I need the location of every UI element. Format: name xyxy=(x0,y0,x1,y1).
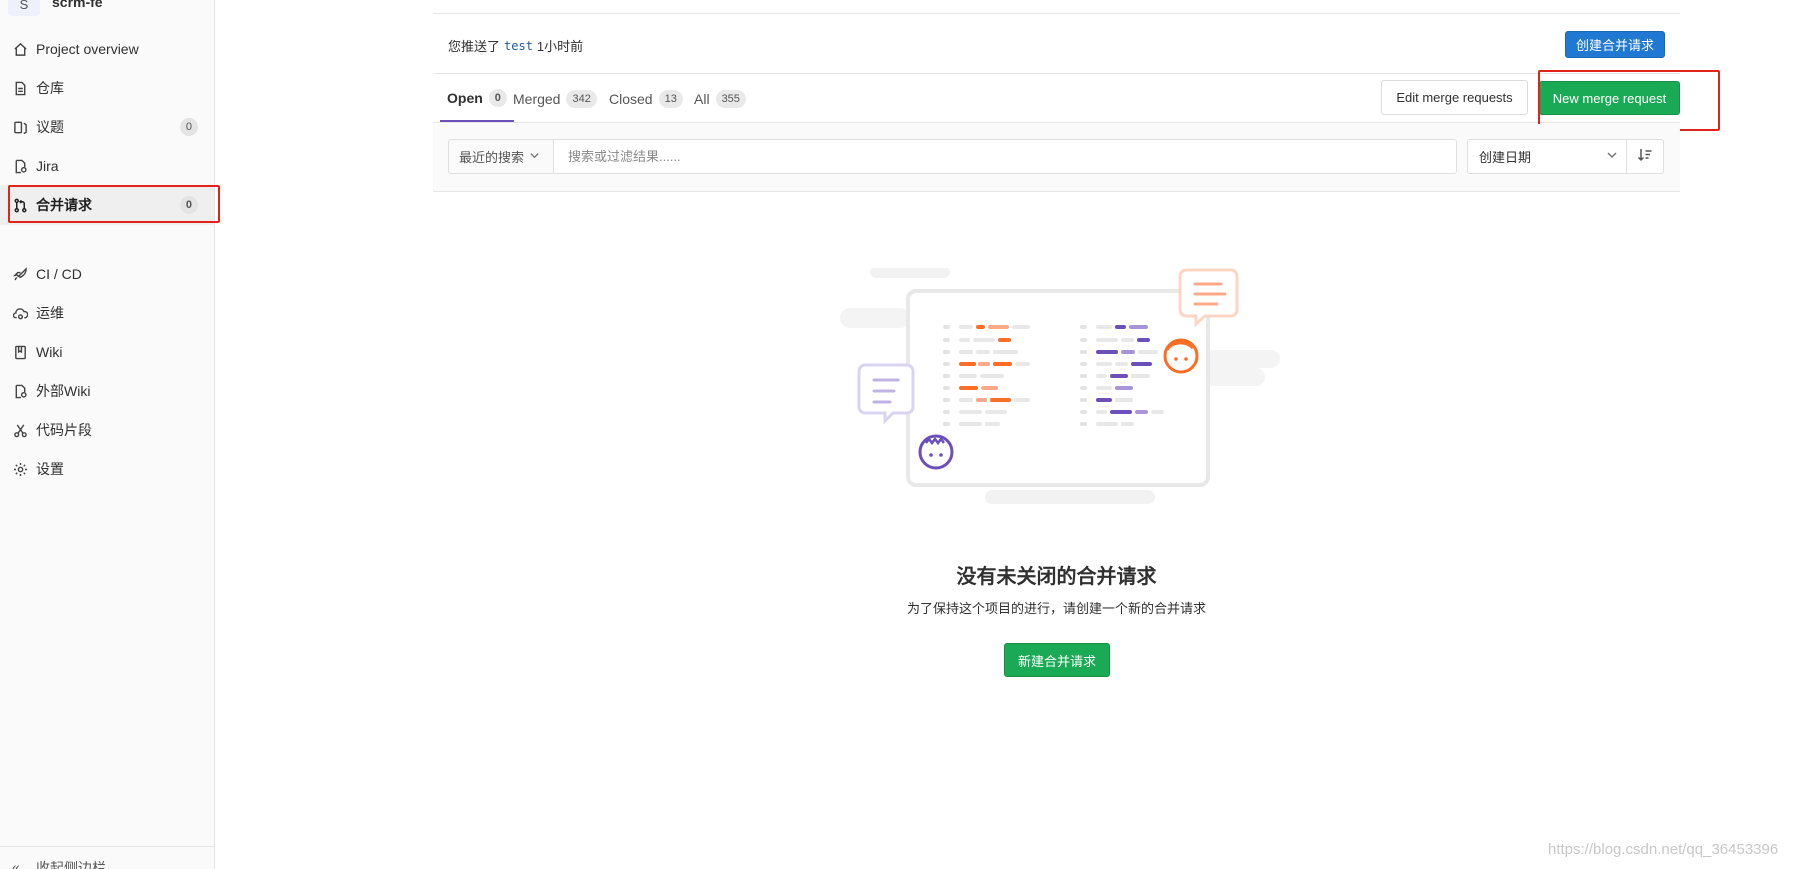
sort-direction-button[interactable] xyxy=(1626,139,1664,174)
home-icon xyxy=(11,40,29,58)
scissors-icon xyxy=(11,421,29,439)
sort-descending-icon xyxy=(1637,147,1653,166)
search-input[interactable] xyxy=(553,139,1457,174)
project-avatar[interactable]: S xyxy=(8,0,40,16)
sidebar: S scrm-fe Project overview 仓库 议题 0 Jira … xyxy=(0,0,220,869)
sidebar-item-label: Jira xyxy=(36,158,59,174)
rocket-icon xyxy=(11,265,29,283)
filter-bar: 最近的搜索 创建日期 xyxy=(433,124,1680,192)
tab-closed[interactable]: Closed 13 xyxy=(609,75,683,122)
sidebar-item-settings[interactable]: 设置 xyxy=(0,449,214,489)
sidebar-item-label: Project overview xyxy=(36,41,139,57)
document-icon xyxy=(11,79,29,97)
empty-state-illustration xyxy=(840,268,1280,504)
collapse-sidebar-label: 收起侧边栏 xyxy=(36,860,106,869)
tab-count-badge: 342 xyxy=(566,89,597,108)
tab-count-badge: 0 xyxy=(488,88,507,107)
sidebar-item-snippets[interactable]: 代码片段 xyxy=(0,410,214,450)
sidebar-item-issues[interactable]: 议题 0 xyxy=(0,107,214,147)
sidebar-item-label: 设置 xyxy=(36,461,64,477)
sidebar-item-label: 外部Wiki xyxy=(36,383,91,399)
tab-count-badge: 355 xyxy=(715,89,746,108)
jira-icon xyxy=(11,157,29,175)
sidebar-item-repository[interactable]: 仓库 xyxy=(0,68,214,108)
issues-count-badge: 0 xyxy=(179,118,198,136)
watermark: https://blog.csdn.net/qq_36453396 xyxy=(1548,841,1779,858)
push-notice-time: 1小时前 xyxy=(536,39,584,54)
tab-all[interactable]: All 355 xyxy=(694,75,746,122)
sidebar-item-label: 运维 xyxy=(36,305,64,321)
issues-icon xyxy=(11,118,29,136)
empty-state-title: 没有未关闭的合并请求 xyxy=(956,566,1157,588)
push-notice-text: 您推送了 test 1小时前 xyxy=(448,36,583,55)
push-notice-prefix: 您推送了 xyxy=(448,39,501,54)
sidebar-item-label: Wiki xyxy=(36,344,63,360)
double-chevron-left-icon: « xyxy=(12,859,20,869)
external-wiki-icon xyxy=(11,382,29,400)
tab-label: Closed xyxy=(609,90,653,107)
tab-merged[interactable]: Merged 342 xyxy=(513,75,597,122)
sidebar-item-ci-cd[interactable]: CI / CD xyxy=(0,254,214,294)
edit-merge-requests-button[interactable]: Edit merge requests xyxy=(1381,80,1528,115)
recent-searches-label: 最近的搜索 xyxy=(459,150,525,165)
tab-label: Open xyxy=(447,89,483,106)
tab-label: Merged xyxy=(513,90,561,107)
new-merge-request-button[interactable]: New merge request xyxy=(1539,81,1680,115)
sidebar-item-project-overview[interactable]: Project overview xyxy=(0,29,214,69)
sidebar-item-label: CI / CD xyxy=(36,266,82,282)
chevron-down-icon xyxy=(529,149,540,164)
chevron-down-icon xyxy=(1606,149,1618,164)
sidebar-item-merge-requests[interactable]: 合并请求 0 xyxy=(0,185,214,225)
collapse-sidebar-button[interactable]: « 收起侧边栏 xyxy=(0,846,214,869)
project-name[interactable]: scrm-fe xyxy=(52,0,103,10)
new-merge-request-empty-button[interactable]: 新建合并请求 xyxy=(1004,643,1110,677)
cloud-gear-icon xyxy=(11,304,29,322)
sort-label: 创建日期 xyxy=(1479,150,1532,165)
sidebar-item-label: 合并请求 xyxy=(36,197,92,213)
settings-icon xyxy=(11,460,29,478)
empty-state-subtitle: 为了保持这个项目的进行，请创建一个新的合并请求 xyxy=(906,601,1206,616)
sidebar-item-label: 议题 xyxy=(36,119,64,135)
book-icon xyxy=(11,343,29,361)
push-notice: 您推送了 test 1小时前 xyxy=(433,14,1680,74)
sidebar-item-jira[interactable]: Jira xyxy=(0,146,214,186)
merge-requests-count-badge: 0 xyxy=(179,196,198,214)
sidebar-item-operations[interactable]: 运维 xyxy=(0,293,214,333)
sidebar-item-external-wiki[interactable]: 外部Wiki xyxy=(0,371,214,411)
branch-name-link[interactable]: test xyxy=(504,39,533,53)
project-header[interactable]: S scrm-fe xyxy=(0,0,214,18)
sidebar-item-label: 仓库 xyxy=(36,80,64,96)
tab-label: All xyxy=(694,90,710,107)
sidebar-item-label: 代码片段 xyxy=(36,422,92,438)
tab-open[interactable]: Open 0 xyxy=(440,75,514,122)
sidebar-item-wiki[interactable]: Wiki xyxy=(0,332,214,372)
merge-request-icon xyxy=(11,196,29,214)
sort-dropdown[interactable]: 创建日期 xyxy=(1467,139,1627,174)
tab-count-badge: 13 xyxy=(658,89,683,108)
recent-searches-dropdown[interactable]: 最近的搜索 xyxy=(448,139,553,174)
create-merge-request-button[interactable]: 创建合并请求 xyxy=(1565,31,1665,58)
